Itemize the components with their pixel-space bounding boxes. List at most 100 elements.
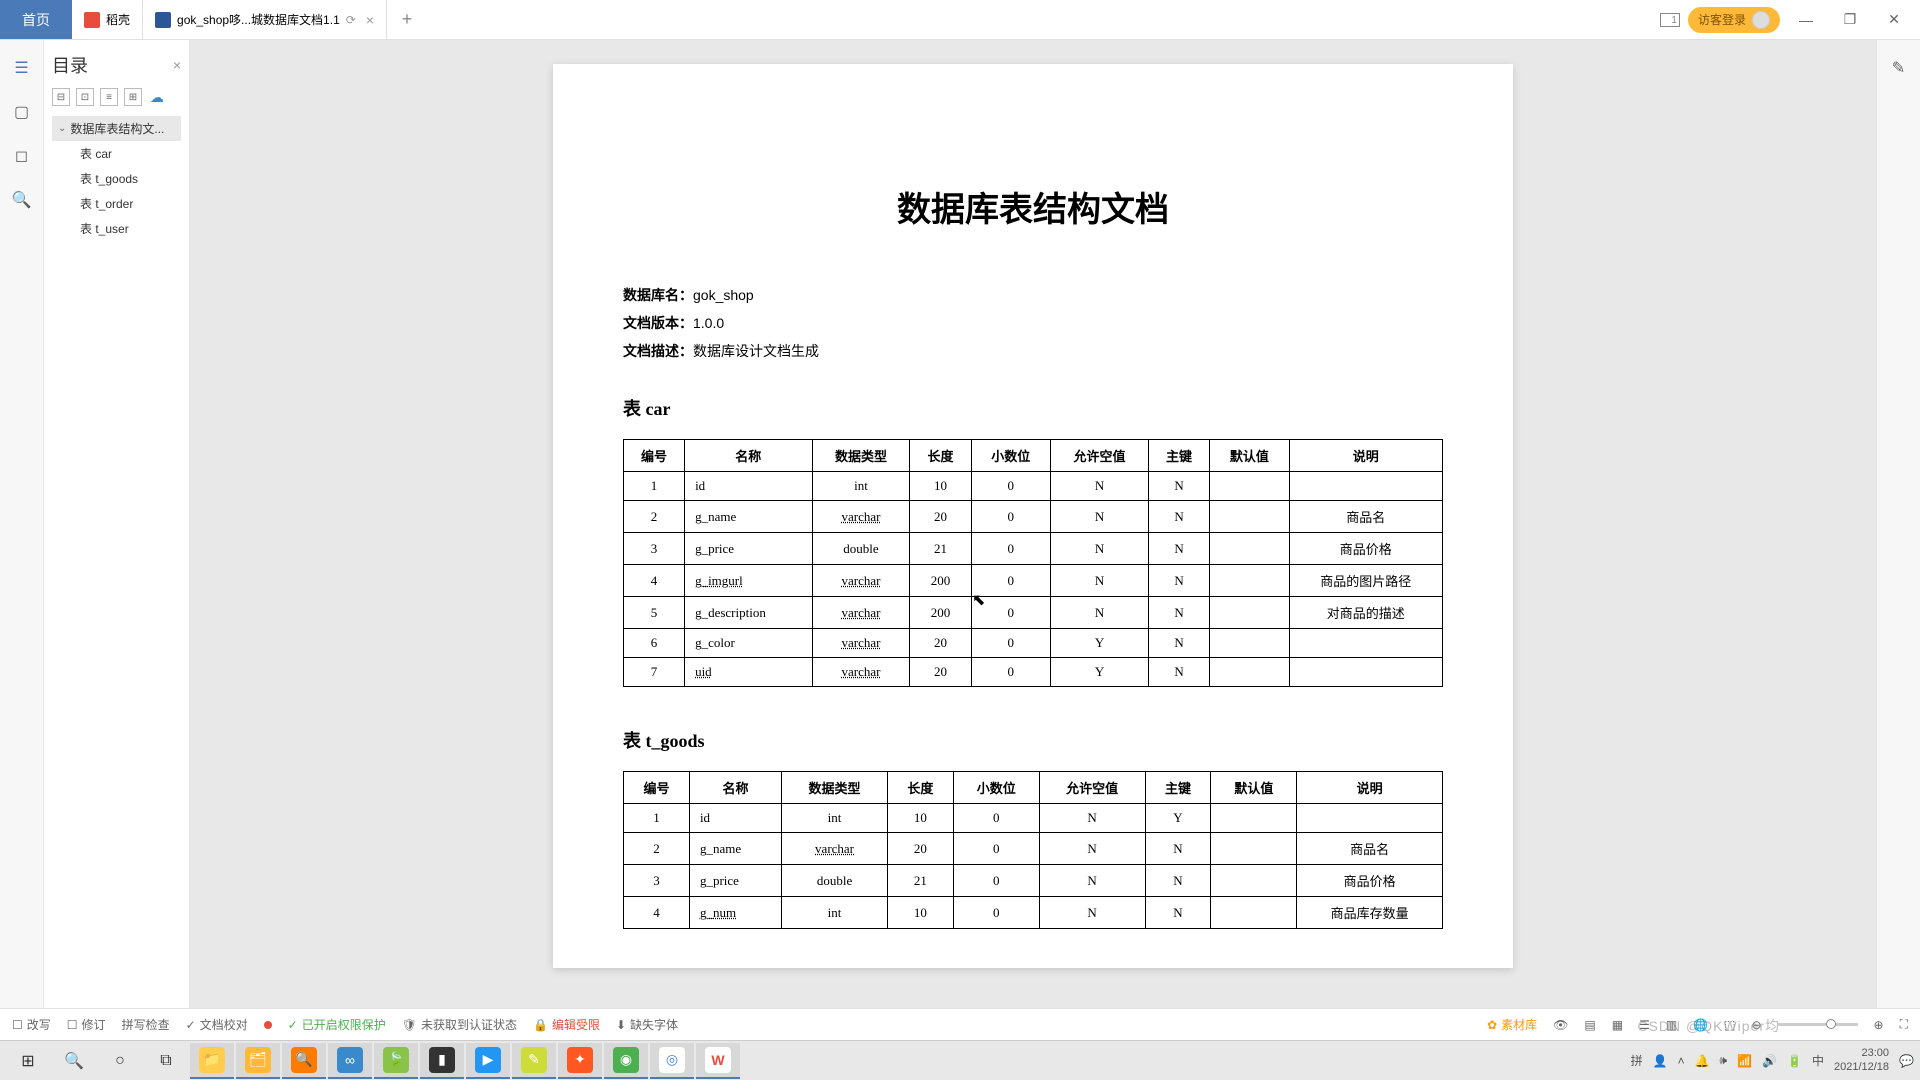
table-cell: N [1051, 501, 1149, 533]
revise-toggle[interactable]: ☐ 修订 [67, 1016, 106, 1033]
table-cell: varchar [812, 565, 910, 597]
tree-root[interactable]: ⌄ 数据库表结构文... [52, 116, 181, 141]
notifications-icon[interactable]: 💬 [1899, 1054, 1914, 1068]
battery-icon[interactable]: 🔋 [1787, 1054, 1802, 1068]
wps-icon[interactable]: W [696, 1043, 740, 1079]
table-cell: int [812, 472, 910, 501]
search-task-icon[interactable]: 🔍 [52, 1043, 96, 1079]
clock[interactable]: 23:002021/12/18 [1834, 1047, 1889, 1073]
table-cell: 0 [971, 565, 1051, 597]
layout-icon[interactable]: ▤ [1584, 1018, 1595, 1032]
table-cell: N [1145, 865, 1211, 897]
tree-item[interactable]: 表 car [52, 141, 181, 166]
volume-icon[interactable]: 🔊 [1762, 1054, 1777, 1068]
new-tab-button[interactable]: + [387, 0, 427, 39]
tab-daoke[interactable]: 稻壳 [72, 0, 143, 39]
table-cell: 20 [887, 833, 953, 865]
edit-icon[interactable]: ✎ [1887, 56, 1911, 80]
app-icon-4[interactable]: ▶ [466, 1043, 510, 1079]
tree-item[interactable]: 表 t_goods [52, 166, 181, 191]
tray-app-icon[interactable]: 🔔 [1695, 1054, 1710, 1068]
missing-fonts[interactable]: ⬇ 缺失字体 [616, 1016, 678, 1033]
table-cell: 10 [887, 897, 953, 929]
grid-icon[interactable]: ⊞ [124, 88, 142, 106]
app-icon-3[interactable]: 🍃 [374, 1043, 418, 1079]
tree-item[interactable]: 表 t_user [52, 216, 181, 241]
material-library[interactable]: ✿ 素材库 [1487, 1016, 1537, 1033]
eye-icon[interactable]: 👁 [1553, 1018, 1568, 1032]
chrome-icon[interactable]: ◎ [650, 1043, 694, 1079]
modify-toggle[interactable]: ☐ 改写 [12, 1016, 51, 1033]
language-icon[interactable]: 中 [1812, 1052, 1824, 1069]
explorer-icon[interactable]: 📁 [190, 1043, 234, 1079]
tab-home[interactable]: 首页 [0, 0, 72, 39]
app-icon-2[interactable]: ∞ [328, 1043, 372, 1079]
app-icon-5[interactable]: ✎ [512, 1043, 556, 1079]
folder-icon[interactable]: ▢ [10, 100, 34, 124]
wifi-icon[interactable]: 📶 [1737, 1054, 1752, 1068]
table-cell: g_num [689, 897, 781, 929]
system-tray: 拼 👤 ˄ 🔔 🕪 📶 🔊 🔋 中 23:002021/12/18 💬 [1631, 1047, 1914, 1073]
tray-user-icon[interactable]: 👤 [1653, 1054, 1668, 1068]
taskview-icon[interactable]: ⧉ [144, 1043, 188, 1079]
app-icon-6[interactable]: ✦ [558, 1043, 602, 1079]
sync-icon[interactable]: ☁ [148, 88, 166, 106]
close-icon[interactable]: × [173, 57, 181, 73]
outline-icon[interactable]: ☰ [10, 56, 34, 80]
table-cell [1210, 501, 1290, 533]
window-list-icon[interactable]: 1 [1660, 13, 1680, 27]
zoom-in-button[interactable]: ⊕ [1874, 1018, 1884, 1032]
bookmark-icon[interactable]: ◻ [10, 144, 34, 168]
table-header: 小数位 [953, 772, 1039, 804]
table-cell: 0 [953, 865, 1039, 897]
list-icon[interactable]: ≡ [100, 88, 118, 106]
app-icon-1[interactable]: 🔍 [282, 1043, 326, 1079]
tab-document[interactable]: gok_shop哆...城数据库文档1.1 ⟳ × [143, 0, 387, 39]
close-icon[interactable]: × [366, 12, 374, 28]
search-icon[interactable]: 🔍 [10, 188, 34, 212]
minimize-button[interactable]: — [1788, 12, 1824, 28]
chevron-up-icon[interactable]: ˄ [1678, 1054, 1685, 1068]
terminal-icon[interactable]: ▮ [420, 1043, 464, 1079]
tree-item[interactable]: 表 t_order [52, 191, 181, 216]
table-header: 名称 [689, 772, 781, 804]
table-row: 3g_pricedouble210NN商品价格 [624, 865, 1443, 897]
login-button[interactable]: 访客登录 [1688, 7, 1780, 33]
page-view-icon[interactable]: ▦ [1612, 1018, 1623, 1032]
table-cell: 200 [910, 565, 971, 597]
table-cell: 3 [624, 865, 690, 897]
cortana-icon[interactable]: ○ [98, 1043, 142, 1079]
table-row: 4g_imgurlvarchar2000NN商品的图片路径 [624, 565, 1443, 597]
table-cell: 0 [953, 897, 1039, 929]
table-cell: 1 [624, 472, 685, 501]
proofread-button[interactable]: ✓ 文档校对 [186, 1016, 248, 1033]
maximize-button[interactable]: ❐ [1832, 11, 1868, 28]
table-cell: N [1149, 629, 1210, 658]
app-icon-7[interactable]: ◉ [604, 1043, 648, 1079]
document-meta: 数据库名：gok_shop 文档版本：1.0.0 文档描述：数据库设计文档生成 [623, 281, 1443, 365]
ime-icon[interactable]: 拼 [1631, 1052, 1643, 1069]
table-cell: 3 [624, 533, 685, 565]
watermark: CSDN @QKWiper均 [1637, 1016, 1780, 1036]
edit-limited[interactable]: 🔒 编辑受限 [533, 1016, 600, 1033]
start-button[interactable]: ⊞ [6, 1043, 50, 1079]
zoom-slider[interactable] [1778, 1023, 1858, 1026]
table-cell: g_name [685, 501, 812, 533]
auth-status[interactable]: 🛡 未获取到认证状态 [402, 1016, 517, 1033]
table-cell: N [1039, 897, 1145, 929]
document-scroll[interactable]: 数据库表结构文档 数据库名：gok_shop 文档版本：1.0.0 文档描述：数… [190, 40, 1876, 1008]
expand-all-icon[interactable]: ⊡ [76, 88, 94, 106]
table-cell [1289, 658, 1442, 687]
fit-icon[interactable]: ⛶ [1900, 1017, 1908, 1032]
table-row: 6g_colorvarchar200YN [624, 629, 1443, 658]
refresh-icon[interactable]: ⟳ [346, 13, 356, 27]
spellcheck-button[interactable]: 拼写检查 [122, 1016, 170, 1033]
folder-icon[interactable]: 🗂 [236, 1043, 280, 1079]
network-icon[interactable]: 🕪 [1720, 1053, 1728, 1068]
collapse-all-icon[interactable]: ⊟ [52, 88, 70, 106]
rights-status[interactable]: ✓ 已开启权限保护 [288, 1016, 386, 1033]
table-cell: N [1051, 597, 1149, 629]
close-button[interactable]: ✕ [1876, 11, 1912, 28]
table-cell: id [689, 804, 781, 833]
table-cell: 6 [624, 629, 685, 658]
